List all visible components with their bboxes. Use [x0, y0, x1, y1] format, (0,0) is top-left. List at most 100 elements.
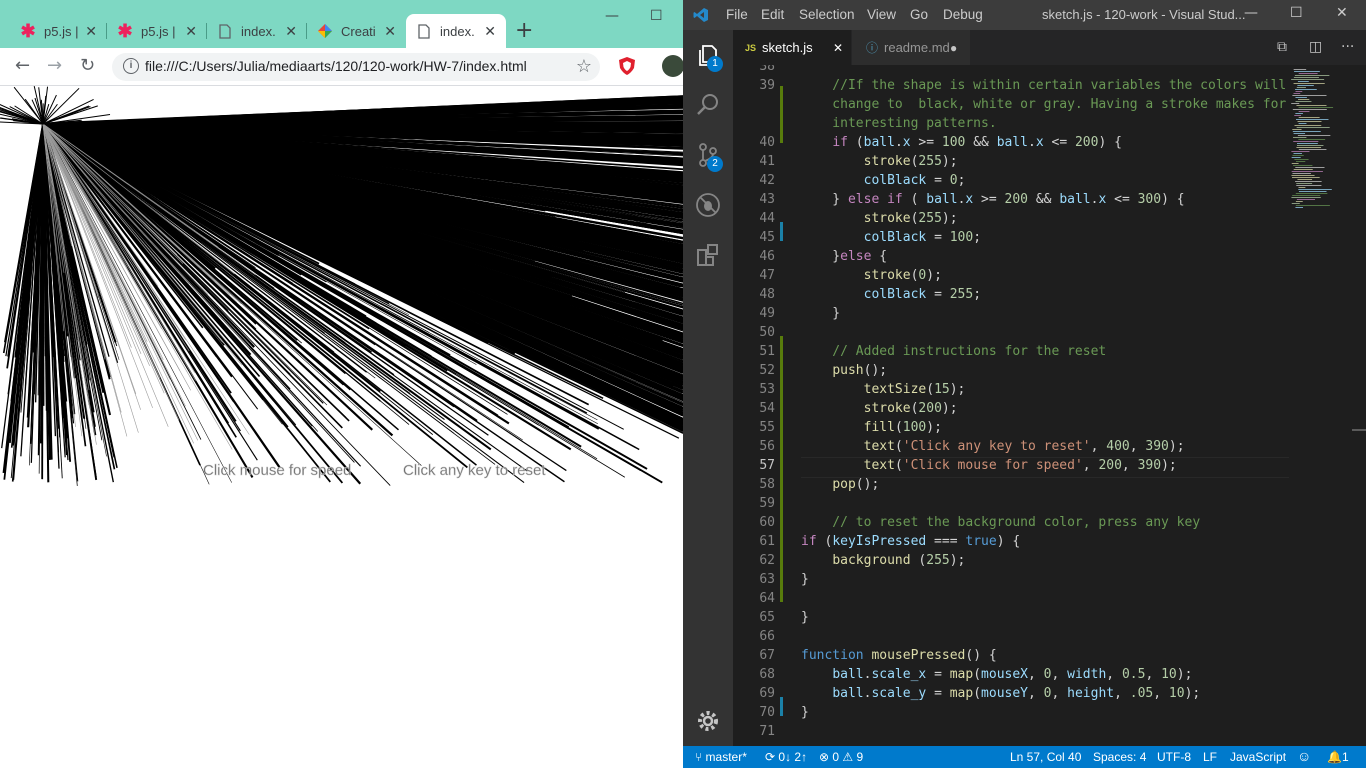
code-token: ,	[1051, 667, 1068, 682]
p5-sketch-canvas[interactable]	[0, 86, 683, 768]
code-line[interactable]: colBlack = 0;	[801, 173, 966, 188]
cursor-position-status[interactable]: Ln 57, Col 40	[1010, 750, 1081, 764]
code-token: 200	[1074, 135, 1099, 150]
code-line[interactable]: stroke(255);	[801, 211, 958, 226]
code-line[interactable]: if (ball.x >= 100 && ball.x <= 200) {	[801, 135, 1122, 150]
reload-icon[interactable]: ↻	[80, 55, 95, 76]
profile-avatar[interactable]	[662, 55, 683, 77]
minimize-button[interactable]: —	[605, 8, 619, 24]
close-tab-icon[interactable]: ✕	[85, 23, 97, 40]
settings-gear-icon[interactable]	[695, 708, 721, 734]
code-line[interactable]: function mousePressed() {	[801, 648, 997, 663]
code-line[interactable]: colBlack = 255;	[801, 287, 981, 302]
menu-go[interactable]: Go	[910, 7, 928, 22]
code-token: colBlack	[863, 230, 927, 245]
minimap[interactable]	[1289, 65, 1349, 265]
maximize-button[interactable]: ☐	[650, 8, 663, 24]
code-line[interactable]: textSize(15);	[801, 382, 966, 397]
browser-tab[interactable]: index. ✕	[207, 14, 307, 48]
code-line[interactable]: }else {	[801, 249, 887, 264]
minimap-line	[1292, 137, 1307, 138]
maximize-button[interactable]: ☐	[1290, 5, 1303, 21]
code-line[interactable]: }	[801, 306, 840, 321]
close-tab-icon[interactable]: ✕	[185, 23, 197, 40]
code-line[interactable]: } else if ( ball.x >= 200 && ball.x <= 3…	[801, 192, 1184, 207]
minimap-line	[1294, 75, 1330, 76]
code-line[interactable]: change to black, white or gray. Having a…	[801, 97, 1286, 112]
menu-selection[interactable]: Selection	[799, 7, 855, 22]
back-arrow-icon[interactable]: ←	[15, 55, 30, 76]
code-line[interactable]: //If the shape is within certain variabl…	[801, 78, 1286, 93]
code-line[interactable]: }	[801, 610, 809, 625]
sync-status[interactable]: ⟳ 0↓ 2↑	[765, 750, 807, 764]
git-branch-status[interactable]: ⑂ master*	[695, 750, 747, 764]
minimize-button[interactable]: —	[1244, 5, 1258, 21]
line-number: 70	[759, 705, 775, 720]
code-token: interesting patterns.	[801, 116, 997, 131]
minimap-line	[1295, 205, 1330, 206]
address-url[interactable]: file:///C:/Users/Julia/mediaarts/120/120…	[145, 58, 527, 74]
code-token: ) {	[996, 534, 1021, 549]
tab-readme-md[interactable]: ⓘ readme.md ●	[852, 30, 970, 65]
encoding-status[interactable]: UTF-8	[1157, 750, 1191, 764]
address-bar[interactable]: i file:///C:/Users/Julia/mediaarts/120/1…	[112, 53, 600, 81]
language-mode-status[interactable]: JavaScript	[1230, 750, 1286, 764]
bookmark-star-icon[interactable]: ☆	[576, 56, 592, 77]
code-line[interactable]: stroke(255);	[801, 154, 958, 169]
tab-sketch-js[interactable]: JS sketch.js ✕	[733, 30, 851, 65]
code-line[interactable]: push();	[801, 363, 887, 378]
code-line[interactable]: text('Click mouse for speed', 200, 390);	[801, 458, 1177, 473]
code-line[interactable]: stroke(0);	[801, 268, 942, 283]
code-token: );	[1161, 458, 1177, 473]
notifications-bell-icon[interactable]: 🔔1	[1327, 750, 1349, 764]
code-line[interactable]: ball.scale_x = map(mouseX, 0, width, 0.5…	[801, 667, 1192, 682]
code-line[interactable]: }	[801, 705, 809, 720]
menu-edit[interactable]: Edit	[761, 7, 784, 22]
code-line[interactable]: colBlack = 100;	[801, 230, 981, 245]
minimap-line	[1298, 149, 1327, 150]
code-line[interactable]: stroke(200);	[801, 401, 958, 416]
debug-icon[interactable]	[695, 192, 721, 218]
code-line[interactable]: text('Click any key to reset', 400, 390)…	[801, 439, 1185, 454]
code-line[interactable]: background (255);	[801, 553, 965, 568]
feedback-smiley-icon[interactable]: ☺	[1297, 748, 1311, 764]
close-tab-icon[interactable]: ✕	[384, 23, 396, 40]
eol-status[interactable]: LF	[1203, 750, 1217, 764]
extensions-icon[interactable]	[695, 242, 721, 268]
close-tab-icon[interactable]: ✕	[484, 23, 496, 40]
code-editor[interactable]: 38 39 //If the shape is within certain va…	[733, 65, 1366, 746]
code-token: colBlack	[863, 287, 927, 302]
more-actions-icon[interactable]: ···	[1341, 39, 1354, 55]
info-icon[interactable]: i	[123, 58, 139, 74]
code-line[interactable]: // to reset the background color, press …	[801, 515, 1200, 530]
browser-tab[interactable]: Creati ✕	[307, 14, 406, 48]
indentation-status[interactable]: Spaces: 4	[1093, 750, 1146, 764]
browser-tab[interactable]: index. ✕	[406, 14, 506, 48]
code-line[interactable]: interesting patterns.	[801, 116, 997, 131]
browser-tab[interactable]: ✱ p5.js | ✕	[107, 14, 207, 48]
new-tab-button[interactable]: +	[515, 18, 533, 43]
menu-view[interactable]: View	[867, 7, 896, 22]
code-line[interactable]: fill(100);	[801, 420, 942, 435]
forward-arrow-icon[interactable]: →	[47, 55, 62, 76]
browser-tab[interactable]: ✱ p5.js | ✕	[10, 14, 107, 48]
code-line[interactable]: // Added instructions for the reset	[801, 344, 1106, 359]
close-tab-icon[interactable]: ✕	[285, 23, 297, 40]
open-changes-icon[interactable]: ⧉	[1277, 39, 1287, 55]
code-line[interactable]: if (keyIsPressed === true) {	[801, 534, 1020, 549]
close-button[interactable]: ✕	[1336, 5, 1348, 21]
code-line[interactable]: pop();	[801, 477, 879, 492]
close-tab-icon[interactable]: ✕	[833, 41, 843, 55]
minimap-line	[1298, 73, 1318, 74]
menu-file[interactable]: File	[726, 7, 748, 22]
shield-extension-icon[interactable]	[618, 56, 636, 76]
problems-status[interactable]: ⊗ 0 ⚠ 9	[819, 750, 863, 764]
search-icon[interactable]	[695, 92, 721, 118]
minimap-line	[1291, 163, 1299, 164]
unsaved-dot-icon[interactable]: ●	[950, 41, 957, 55]
code-line[interactable]: ball.scale_y = map(mouseY, 0, height, .0…	[801, 686, 1200, 701]
menu-debug[interactable]: Debug	[943, 7, 983, 22]
editor-scrollbar[interactable]	[1352, 65, 1366, 746]
split-editor-icon[interactable]: ◫	[1309, 39, 1322, 55]
code-line[interactable]: }	[801, 572, 809, 587]
